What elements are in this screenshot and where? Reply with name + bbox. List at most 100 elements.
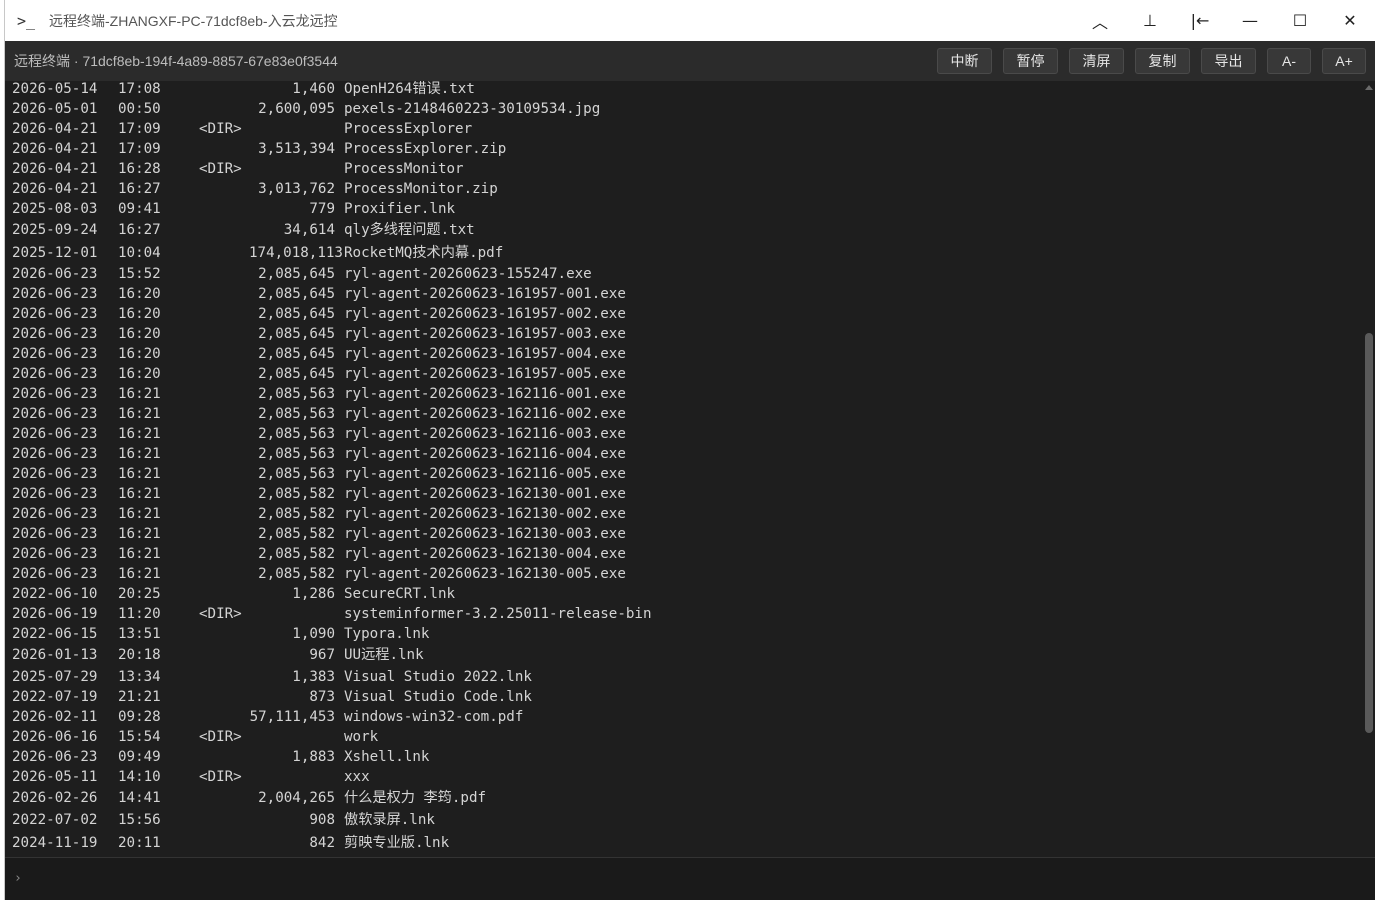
line-size: 908 <box>309 812 335 828</box>
output-line: 2026-06-23 16:20 2,085,645 ryl-agent-202606… <box>12 284 652 304</box>
line-filename: Visual Studio Code.lnk <box>344 688 532 705</box>
line-filename: Visual Studio 2022.lnk <box>344 668 532 685</box>
window-title: 远程终端-ZHANGXF-PC-71dcf8eb-入云龙远控 <box>49 12 338 29</box>
line-date: 2026-06-23 <box>12 426 98 442</box>
output-line: 2026-06-23 16:21 2,085,563 ryl-agent-202606… <box>12 384 652 404</box>
copy-button[interactable]: 复制 <box>1135 48 1190 74</box>
line-time: 11:20 <box>118 606 161 622</box>
output-line: 2026-06-23 09:49 1,883 Xshell.lnk <box>12 747 652 767</box>
collapse-button[interactable]: ︿ <box>1075 0 1125 41</box>
terminal-icon: >_ <box>17 11 36 30</box>
line-date: 2026-06-23 <box>12 386 98 402</box>
line-filename: work <box>344 728 379 745</box>
font-larger-button[interactable]: A+ <box>1322 48 1366 74</box>
output-line: 2026-02-11 09:28 57,111,453 windows-win32-c… <box>12 707 652 727</box>
output-line: 2026-06-23 16:21 2,085,563 ryl-agent-202606… <box>12 404 652 424</box>
export-button[interactable]: 导出 <box>1201 48 1256 74</box>
title-bar[interactable]: >_ 远程终端-ZHANGXF-PC-71dcf8eb-入云龙远控 ︿ ⊥ |← — ☐… <box>5 0 1375 42</box>
maximize-button[interactable]: ☐ <box>1275 0 1325 41</box>
output-line: 2022-07-19 21:21 873 Visual Studio Code.lnk <box>12 687 652 707</box>
line-date: 2026-06-23 <box>12 326 98 342</box>
line-time: 16:21 <box>118 386 161 402</box>
close-button[interactable]: ✕ <box>1325 0 1375 41</box>
line-time: 14:41 <box>118 789 161 806</box>
line-date: 2026-05-01 <box>12 101 98 117</box>
line-size: 842 <box>309 834 335 851</box>
output-line: 2022-06-15 13:51 1,090 Typora.lnk <box>12 624 652 644</box>
line-date: 2026-06-23 <box>12 546 98 562</box>
line-time: 16:21 <box>118 506 161 522</box>
line-date: 2025-12-01 <box>12 244 98 261</box>
output-line: 2025-12-01 10:04 174,018,113RocketMQ技术内幕.p… <box>12 242 652 265</box>
line-date: 2026-06-23 <box>12 406 98 422</box>
line-time: 13:34 <box>118 668 161 685</box>
terminal-output[interactable]: 2026-05-14 17:08 1,460 OpenH264错误.txt 2026-0… <box>5 81 1363 857</box>
line-filename: ryl-agent-20260623-161957-004.exe <box>344 346 626 362</box>
line-date: 2026-06-16 <box>12 728 98 745</box>
line-date: 2026-06-23 <box>12 346 98 362</box>
output-line: 2026-06-23 16:21 2,085,582 ryl-agent-202606… <box>12 524 652 544</box>
line-date: 2026-04-21 <box>12 161 98 177</box>
line-time: 00:50 <box>118 101 161 117</box>
line-time: 20:25 <box>118 586 161 602</box>
vertical-scrollbar[interactable] <box>1363 81 1375 857</box>
line-date: 2022-06-15 <box>12 626 98 642</box>
line-date: 2025-09-24 <box>12 222 98 238</box>
line-time: 20:11 <box>118 834 161 851</box>
line-date: 2026-05-11 <box>12 768 98 785</box>
line-filename: ryl-agent-20260623-162130-004.exe <box>344 546 626 562</box>
command-input[interactable] <box>29 866 1333 894</box>
output-line: 2026-06-23 16:21 2,085,563 ryl-agent-202606… <box>12 464 652 484</box>
line-time: 16:27 <box>118 181 161 197</box>
scroll-thumb[interactable] <box>1365 333 1373 733</box>
line-time: 20:18 <box>118 647 161 663</box>
output-line: 2022-06-10 20:25 1,286 SecureCRT.lnk <box>12 584 652 604</box>
line-filename: windows-win32-com.pdf <box>344 708 524 725</box>
line-filename: SecureCRT.lnk <box>344 586 456 602</box>
scroll-up-arrow-icon[interactable] <box>1365 85 1373 90</box>
line-size: 2,085,563 <box>258 406 335 422</box>
line-dir-marker: <DIR> <box>199 768 242 785</box>
output-line: 2026-06-23 16:21 2,085,582 ryl-agent-202606… <box>12 484 652 504</box>
line-time: 16:21 <box>118 566 161 582</box>
minimize-button[interactable]: — <box>1225 0 1275 41</box>
line-dir-marker: <DIR> <box>199 161 242 177</box>
line-time: 16:21 <box>118 526 161 542</box>
line-time: 16:27 <box>118 222 161 238</box>
line-date: 2026-06-23 <box>12 526 98 542</box>
line-filename: 傲软录屏.lnk <box>344 812 435 828</box>
line-filename: OpenH264错误.txt <box>344 81 475 97</box>
line-size: 174,018,113 <box>249 244 343 261</box>
line-filename: ryl-agent-20260623-161957-001.exe <box>344 286 626 302</box>
line-size: 2,085,582 <box>258 486 335 502</box>
line-time: 15:52 <box>118 266 161 282</box>
line-time: 16:28 <box>118 161 161 177</box>
pin-button[interactable]: ⊥ <box>1125 0 1175 41</box>
line-time: 16:20 <box>118 346 161 362</box>
line-size: 34,614 <box>283 222 335 238</box>
line-size: 2,085,645 <box>258 366 335 382</box>
line-size: 2,085,645 <box>258 326 335 342</box>
line-filename: qly多线程问题.txt <box>344 222 475 238</box>
line-size: 3,513,394 <box>258 141 335 157</box>
line-date: 2026-06-19 <box>12 606 98 622</box>
output-line: 2026-02-26 14:41 2,004,265 什么是权力 李筠.pdf <box>12 787 652 810</box>
line-filename: ryl-agent-20260623-155247.exe <box>344 266 592 282</box>
line-time: 17:09 <box>118 121 161 137</box>
line-filename: ProcessExplorer.zip <box>344 141 507 157</box>
dock-left-button[interactable]: |← <box>1175 0 1225 41</box>
output-line: 2026-06-23 16:20 2,085,645 ryl-agent-202606… <box>12 304 652 324</box>
line-time: 15:54 <box>118 728 161 745</box>
line-date: 2026-02-26 <box>12 789 98 806</box>
line-size: 2,085,582 <box>258 506 335 522</box>
output-line: 2026-06-23 15:52 2,085,645 ryl-agent-202606… <box>12 264 652 284</box>
line-time: 14:10 <box>118 768 161 785</box>
command-input-bar: › <box>5 857 1375 900</box>
font-smaller-button[interactable]: A- <box>1267 48 1311 74</box>
line-size: 2,085,645 <box>258 306 335 322</box>
pause-button[interactable]: 暂停 <box>1003 48 1058 74</box>
clear-button[interactable]: 清屏 <box>1069 48 1124 74</box>
interrupt-button[interactable]: 中断 <box>937 48 992 74</box>
line-date: 2026-05-14 <box>12 81 98 97</box>
line-dir-marker: <DIR> <box>199 728 242 745</box>
